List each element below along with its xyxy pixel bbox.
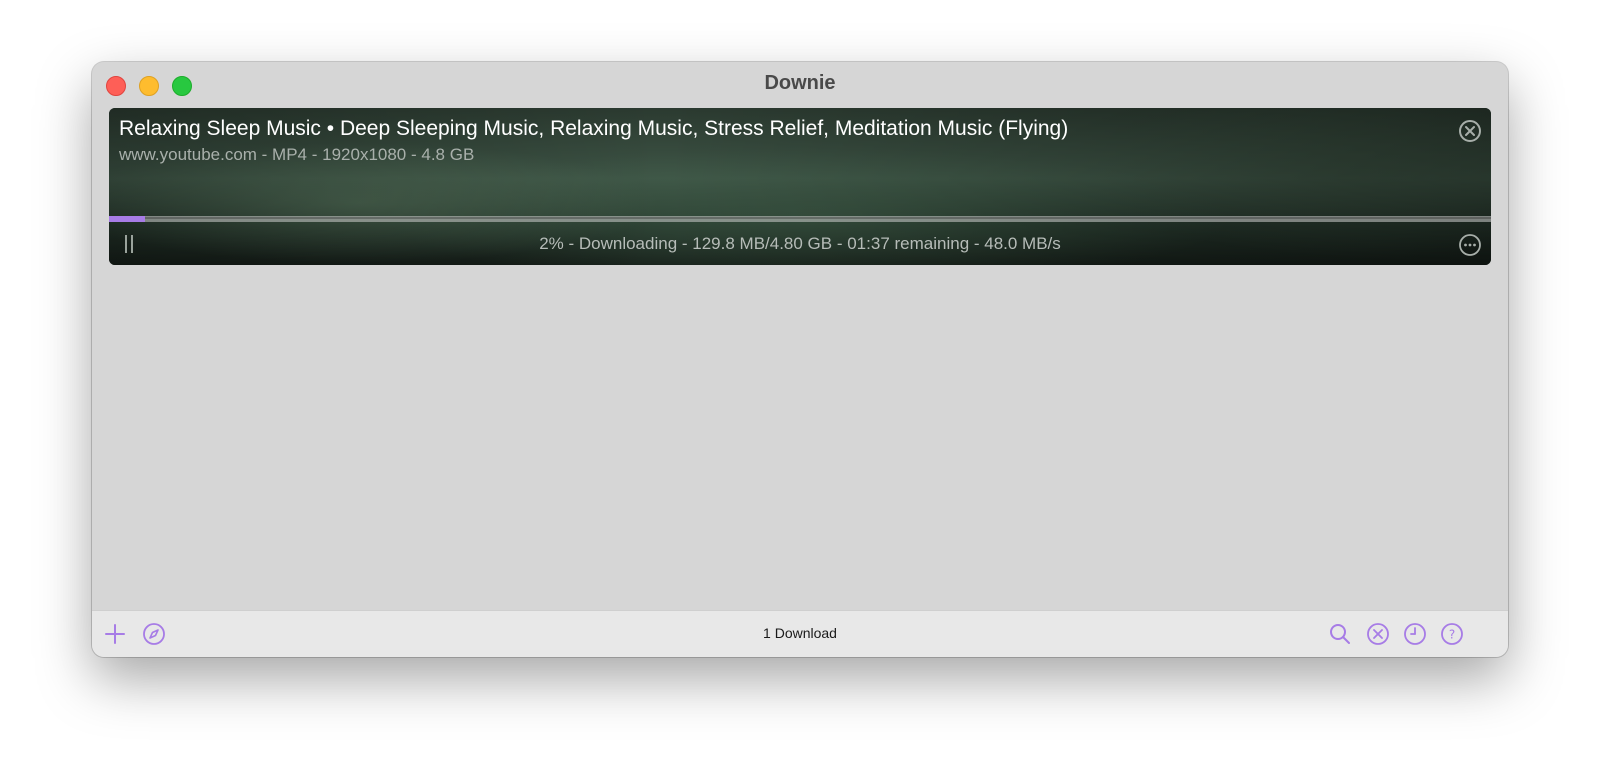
download-progress-bar [109, 216, 1491, 222]
help-icon[interactable]: ? [1439, 621, 1465, 647]
clear-icon[interactable] [1365, 621, 1391, 647]
search-icon[interactable] [1327, 621, 1353, 647]
download-progress-fill [109, 216, 145, 222]
svg-text:?: ? [1449, 628, 1455, 642]
remove-download-icon[interactable] [1458, 119, 1482, 143]
download-count: 1 Download [763, 625, 837, 641]
history-icon[interactable] [1402, 621, 1428, 647]
download-status: 2% - Downloading - 129.8 MB/4.80 GB - 01… [539, 234, 1061, 253]
download-meta: www.youtube.com - MP4 - 1920x1080 - 4.8 … [119, 145, 475, 164]
app-window: Downie Relaxing Sleep Music • Deep Sleep… [92, 62, 1508, 657]
window-title: Downie [764, 72, 836, 94]
footer-bar: 1 Download ? [92, 610, 1508, 657]
download-item[interactable]: Relaxing Sleep Music • Deep Sleeping Mus… [109, 108, 1491, 265]
title-bar: Downie [92, 62, 1508, 106]
download-title: Relaxing Sleep Music • Deep Sleeping Mus… [119, 117, 1069, 140]
more-options-icon[interactable] [1458, 233, 1482, 257]
